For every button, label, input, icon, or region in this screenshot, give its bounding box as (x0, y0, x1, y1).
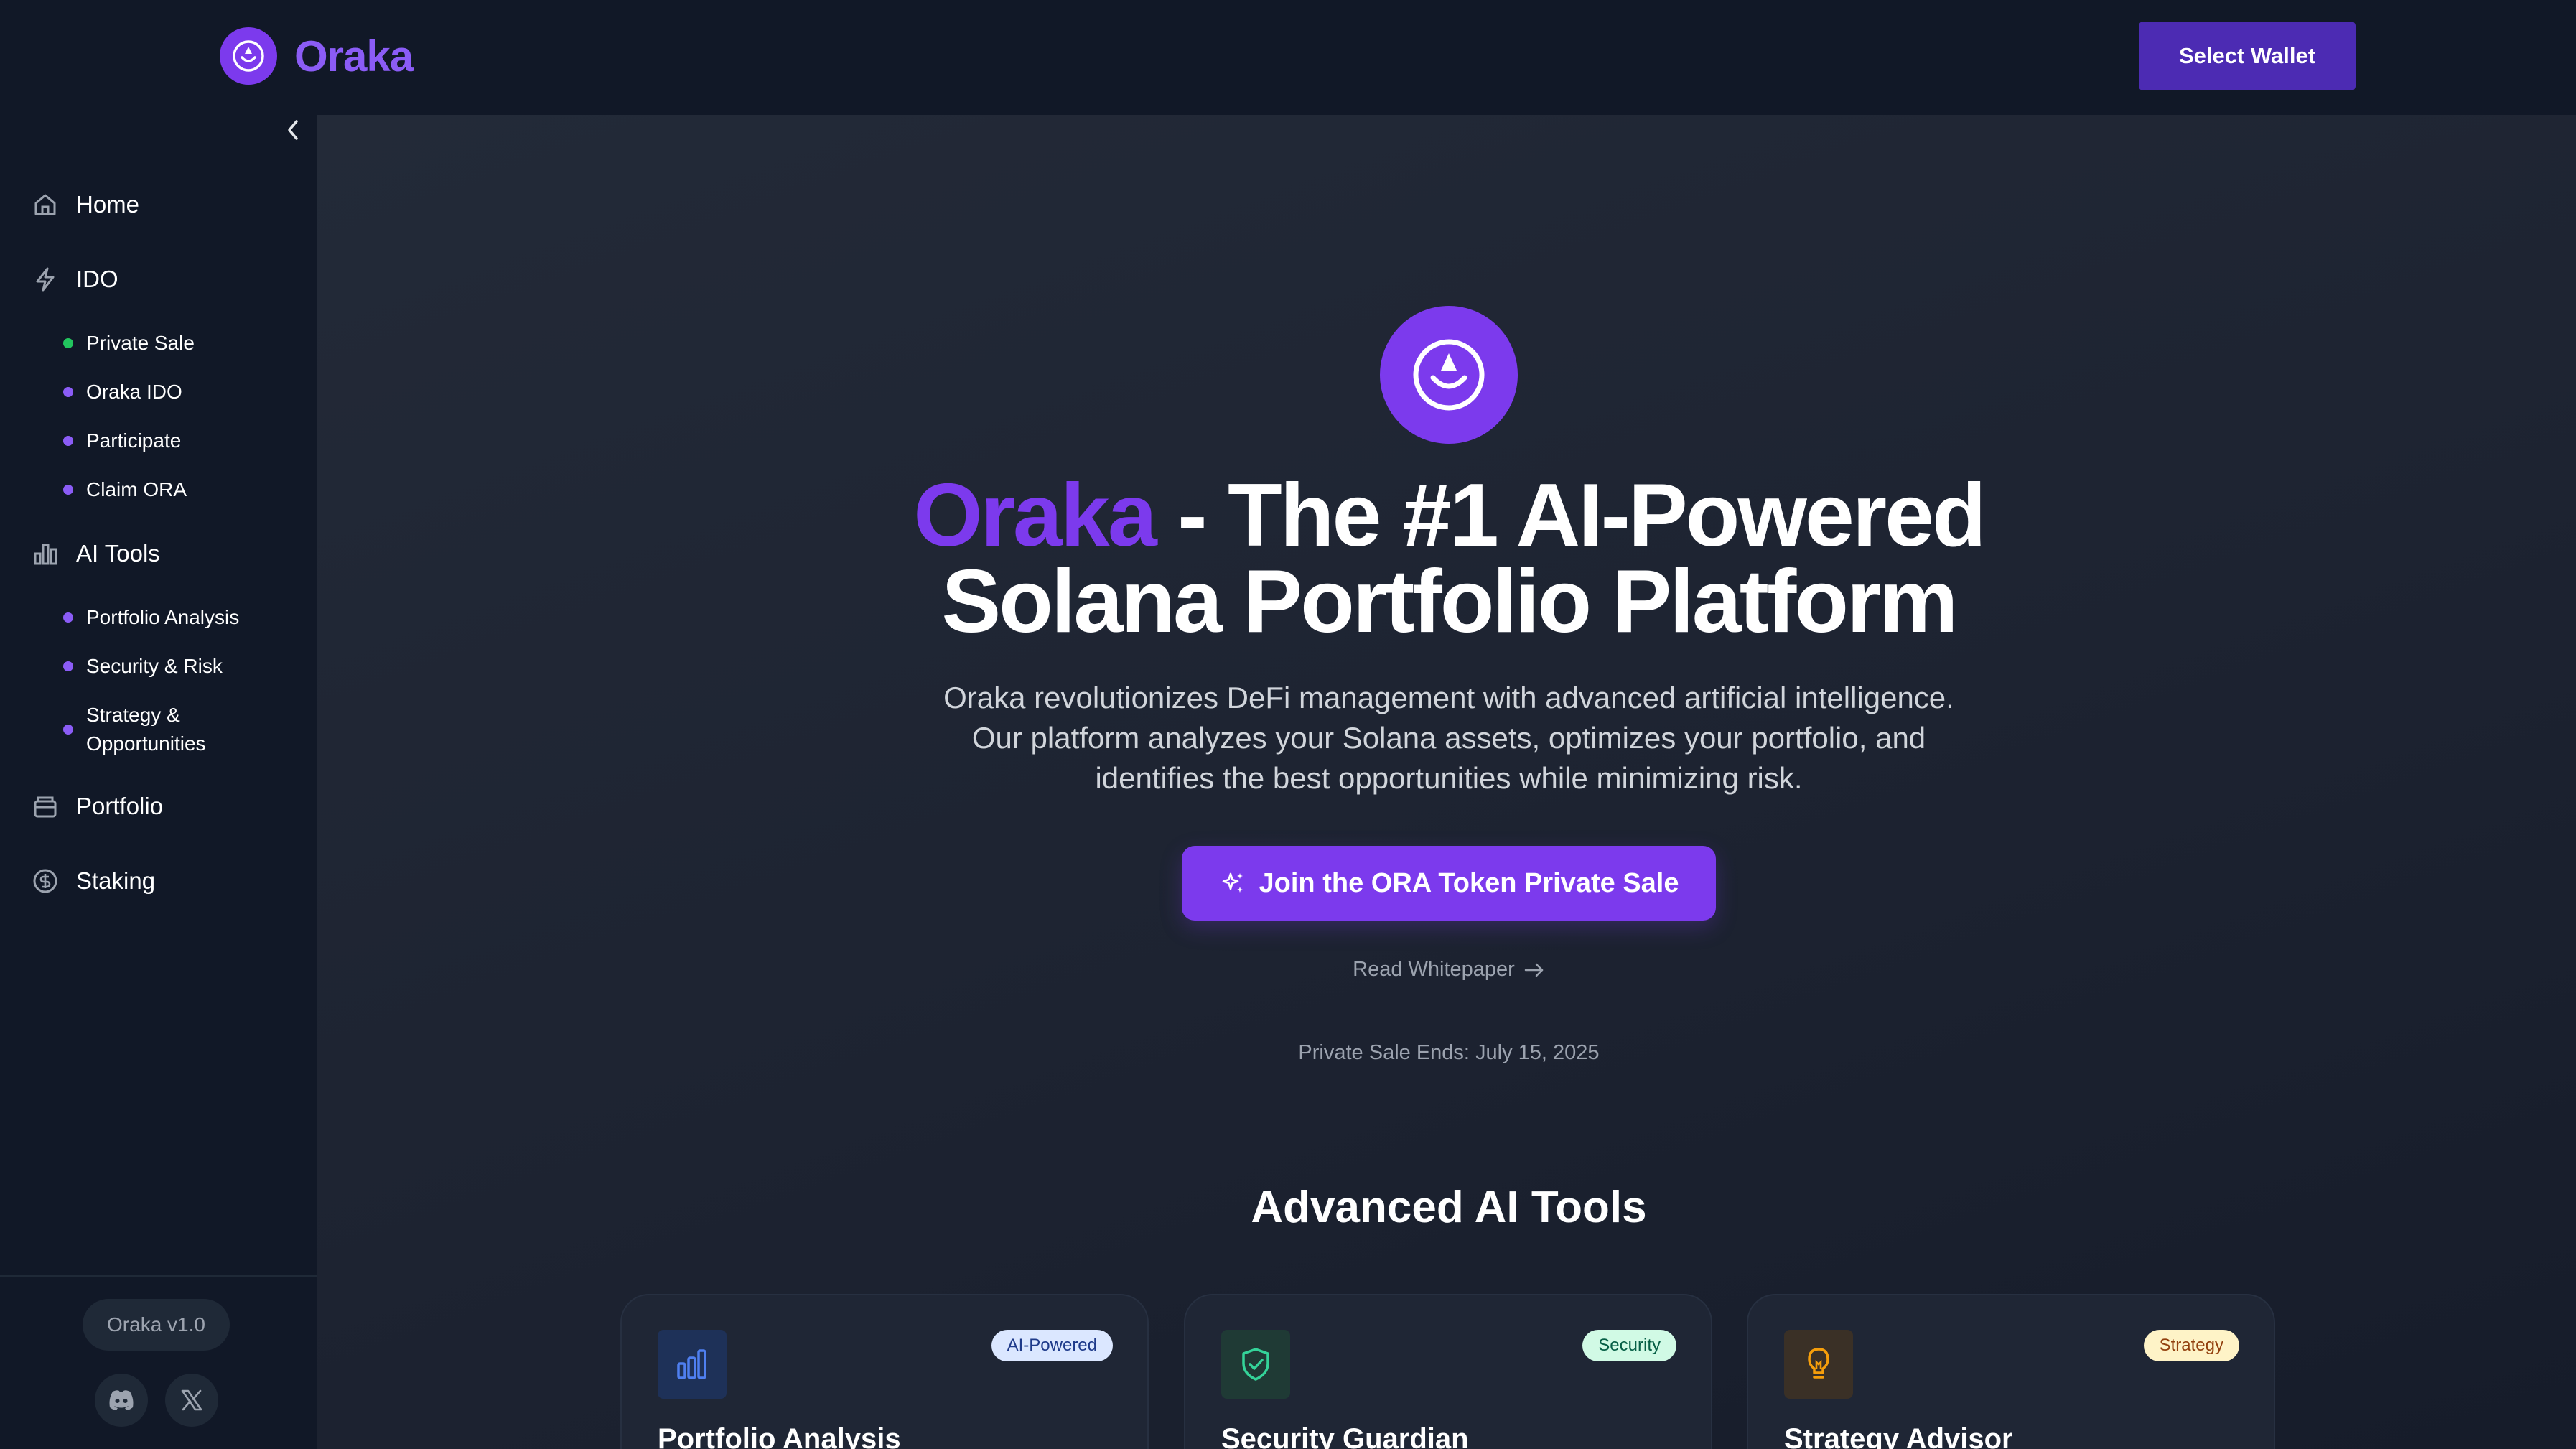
sidebar-subitem-security-risk[interactable]: Security & Risk (63, 652, 223, 681)
top-bar: Oraka Select Wallet (0, 0, 2576, 115)
sidebar-item-label: Staking (76, 867, 156, 894)
hero-description: Oraka revolutionizes DeFi management wit… (943, 681, 1954, 795)
status-dot (63, 387, 73, 397)
dollar-circle-icon (29, 865, 62, 898)
sidebar-item-label: Portfolio (76, 793, 164, 819)
sidebar-subitem-label: Portfolio Analysis (86, 606, 240, 628)
sidebar-subitem-label: Security & Risk (86, 655, 223, 677)
tool-card-security-guardian[interactable]: Security Security Guardian (1184, 1294, 1712, 1449)
sparkles-icon (1219, 869, 1248, 898)
select-wallet-button[interactable]: Select Wallet (2139, 22, 2356, 90)
sidebar-subitem-portfolio-analysis[interactable]: Portfolio Analysis (63, 603, 239, 632)
lightbulb-icon (1784, 1330, 1853, 1399)
sidebar: Home IDO Private Sale Oraka IDO Particip… (0, 115, 317, 1449)
sidebar-divider (0, 1275, 317, 1277)
hero-title-line2: Solana Portfolio Platform (941, 552, 1958, 651)
status-dot (63, 724, 73, 735)
sidebar-item-label: Home (76, 191, 140, 218)
sidebar-subitem-label: Participate (86, 429, 182, 452)
oraka-logo-icon (220, 27, 277, 85)
wallet-icon (29, 790, 62, 823)
sidebar-subitem-label: Private Sale (86, 332, 195, 354)
hero-title-accent: Oraka (913, 466, 1157, 565)
lightning-icon (29, 263, 62, 296)
sidebar-item-label: IDO (76, 266, 118, 292)
hero-title-line1: - The #1 AI-Powered (1154, 466, 1987, 565)
private-sale-end-date: Private Sale Ends: July 15, 2025 (1298, 1041, 1600, 1064)
hero-logo-icon (1380, 306, 1518, 444)
card-title: Portfolio Analysis (658, 1423, 901, 1449)
sidebar-item-ido[interactable]: IDO (29, 263, 118, 296)
shield-check-icon (1221, 1330, 1290, 1399)
status-dot (63, 661, 73, 671)
tools-section-title: Advanced AI Tools (1251, 1183, 1647, 1232)
sidebar-subitem-private-sale[interactable]: Private Sale (63, 329, 195, 358)
version-badge: Oraka v1.0 (83, 1299, 230, 1351)
card-badge: AI-Powered (991, 1330, 1113, 1361)
sidebar-subitem-label: Claim ORA (86, 478, 187, 500)
tool-card-strategy-advisor[interactable]: Strategy Strategy Advisor (1747, 1294, 2275, 1449)
sidebar-subitem-claim-ora[interactable]: Claim ORA (63, 475, 187, 504)
discord-icon[interactable] (95, 1374, 148, 1427)
sidebar-item-home[interactable]: Home (29, 188, 139, 221)
card-badge: Strategy (2143, 1330, 2239, 1361)
card-title: Security Guardian (1221, 1423, 1469, 1449)
sidebar-subitem-label: Strategy & (86, 704, 180, 726)
brand-name: Oraka (294, 32, 414, 80)
sidebar-item-staking[interactable]: Staking (29, 865, 155, 898)
sidebar-subitem-oraka-ido[interactable]: Oraka IDO (63, 378, 182, 406)
home-icon (29, 188, 62, 221)
card-badge: Security (1582, 1330, 1676, 1361)
sidebar-item-label: AI Tools (76, 540, 160, 567)
read-whitepaper-link[interactable]: Read Whitepaper (1292, 958, 1605, 982)
x-icon[interactable] (165, 1374, 218, 1427)
sidebar-subitem-label-wrap: Strategy & Opportunities (86, 701, 206, 758)
brand[interactable]: Oraka (220, 27, 414, 85)
join-private-sale-button[interactable]: Join the ORA Token Private Sale (1182, 846, 1716, 921)
tool-card-portfolio-analysis[interactable]: AI-Powered Portfolio Analysis (620, 1294, 1149, 1449)
sidebar-item-portfolio[interactable]: Portfolio (29, 790, 163, 823)
bar-chart-icon (29, 537, 62, 570)
status-dot (63, 612, 73, 623)
sidebar-item-ai-tools[interactable]: AI Tools (29, 537, 160, 570)
whitepaper-label: Read Whitepaper (1353, 958, 1515, 981)
status-dot (63, 338, 73, 348)
sidebar-subitem-participate[interactable]: Participate (63, 427, 181, 455)
card-title: Strategy Advisor (1784, 1423, 2013, 1449)
bar-chart-icon (658, 1330, 727, 1399)
status-dot (63, 485, 73, 495)
cta-label: Join the ORA Token Private Sale (1259, 867, 1679, 898)
sidebar-subitem-strategy[interactable]: Strategy & Opportunities (63, 701, 206, 758)
sidebar-subitem-label: Oraka IDO (86, 381, 182, 403)
status-dot (63, 436, 73, 446)
chevron-left-icon[interactable] (273, 116, 313, 144)
arrow-right-icon (1523, 961, 1545, 979)
sidebar-subitem-label: Opportunities (86, 732, 206, 755)
hero-title: Oraka - The #1 AI-Powered Solana Portfol… (718, 471, 2180, 646)
